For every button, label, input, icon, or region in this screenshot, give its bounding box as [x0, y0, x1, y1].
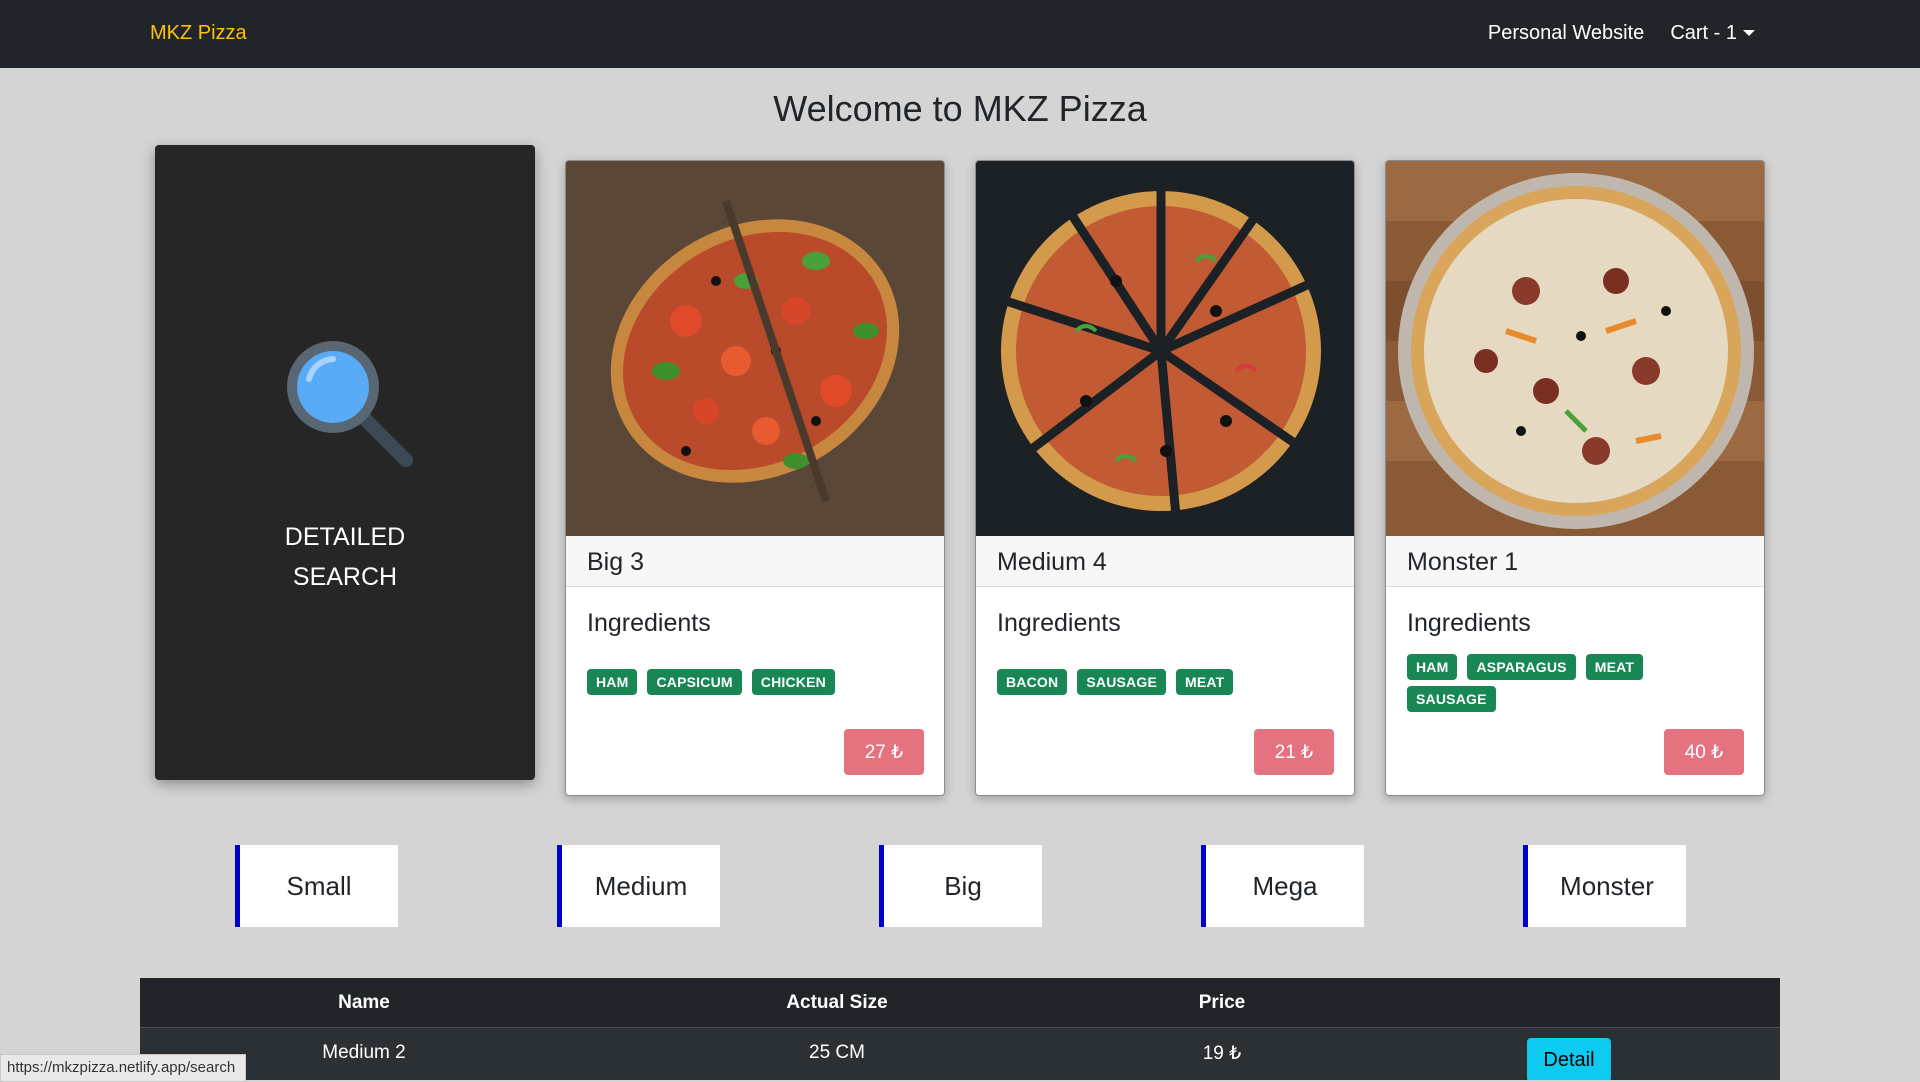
table-header: Name Actual Size Price	[140, 978, 1780, 1028]
table-row: Medium 2 25 CM 19 ₺ Detail	[140, 1028, 1780, 1080]
ingredient-badge: MEAT	[1585, 654, 1644, 680]
size-filter-monster[interactable]: Monster	[1523, 845, 1686, 927]
ingredient-badge: CHICKEN	[751, 669, 835, 695]
pizza-name: Medium 4	[997, 548, 1107, 576]
pizza-table: Name Actual Size Price Medium 2 25 CM 19…	[140, 978, 1780, 1080]
ingredient-badge: CAPSICUM	[647, 669, 742, 695]
row-price: 19 ₺	[1202, 1043, 1242, 1064]
pizza-card[interactable]: Big 3 Ingredients HAM CAPSICUM CHICKEN 2…	[565, 160, 945, 796]
column-header-price: Price	[1198, 992, 1246, 1013]
detail-button[interactable]: Detail	[1527, 1038, 1611, 1080]
size-filter-medium[interactable]: Medium	[557, 845, 720, 927]
pizza-photo	[976, 161, 1354, 536]
pizza-photo	[1386, 161, 1764, 536]
ingredient-badges: BACON SAUSAGE MEAT	[997, 669, 1337, 695]
ingredient-badge: MEAT	[1175, 669, 1234, 695]
pizza-card[interactable]: Medium 4 Ingredients BACON SAUSAGE MEAT …	[975, 160, 1355, 796]
cart-dropdown-label: Cart - 1	[1670, 22, 1737, 44]
ingredient-badge: BACON	[997, 669, 1068, 695]
pizza-name: Big 3	[587, 548, 644, 576]
cart-dropdown[interactable]: Cart - 1	[1670, 22, 1755, 45]
ingredients-title: Ingredients	[1407, 609, 1531, 637]
ingredient-badge: SAUSAGE	[1407, 686, 1496, 712]
row-size: 25 CM	[809, 1042, 865, 1063]
pizza-card[interactable]: Monster 1 Ingredients HAM ASPARAGUS MEAT…	[1385, 160, 1765, 796]
pizza-name: Monster 1	[1407, 548, 1519, 576]
price-button[interactable]: 21 ₺	[1254, 729, 1334, 775]
column-header-actual-size: Actual Size	[786, 992, 888, 1013]
detailed-search-card[interactable]: DETAILED SEARCH	[155, 145, 535, 780]
nav-links: Personal Website Cart - 1	[1488, 22, 1755, 45]
top-navbar: MKZ Pizza Personal Website Cart - 1	[0, 0, 1920, 68]
page-title: Welcome to MKZ Pizza	[773, 88, 1147, 129]
ingredient-badge: SAUSAGE	[1077, 669, 1166, 695]
card-header: Monster 1	[1386, 536, 1764, 587]
magnifier-icon	[287, 341, 413, 467]
row-name: Medium 2	[322, 1042, 406, 1063]
column-header-name: Name	[338, 992, 390, 1013]
size-filter-small[interactable]: Small	[235, 845, 398, 927]
ingredient-badge: HAM	[1407, 654, 1458, 680]
price-button[interactable]: 27 ₺	[844, 729, 924, 775]
personal-website-link[interactable]: Personal Website	[1488, 22, 1644, 45]
detailed-search-label: DETAILED SEARCH	[155, 517, 535, 597]
price-button[interactable]: 40 ₺	[1664, 729, 1744, 775]
ingredient-badges: HAM CAPSICUM CHICKEN	[587, 669, 927, 695]
status-bar-url: https://mkzpizza.netlify.app/search	[0, 1054, 247, 1082]
ingredients-title: Ingredients	[997, 609, 1121, 637]
ingredient-badge: HAM	[587, 669, 638, 695]
brand-logo-text[interactable]: MKZ Pizza	[150, 22, 247, 45]
size-filter-big[interactable]: Big	[879, 845, 1042, 927]
size-filter-mega[interactable]: Mega	[1201, 845, 1364, 927]
ingredient-badges: HAM ASPARAGUS MEAT SAUSAGE	[1407, 654, 1677, 712]
card-header: Big 3	[566, 536, 944, 587]
ingredient-badge: ASPARAGUS	[1467, 654, 1576, 680]
caret-down-icon	[1743, 30, 1755, 36]
card-header: Medium 4	[976, 536, 1354, 587]
detailed-search-line1: DETAILED	[284, 523, 406, 551]
pizza-photo	[566, 161, 944, 536]
detailed-search-line2: SEARCH	[292, 563, 398, 591]
ingredients-title: Ingredients	[587, 609, 711, 637]
